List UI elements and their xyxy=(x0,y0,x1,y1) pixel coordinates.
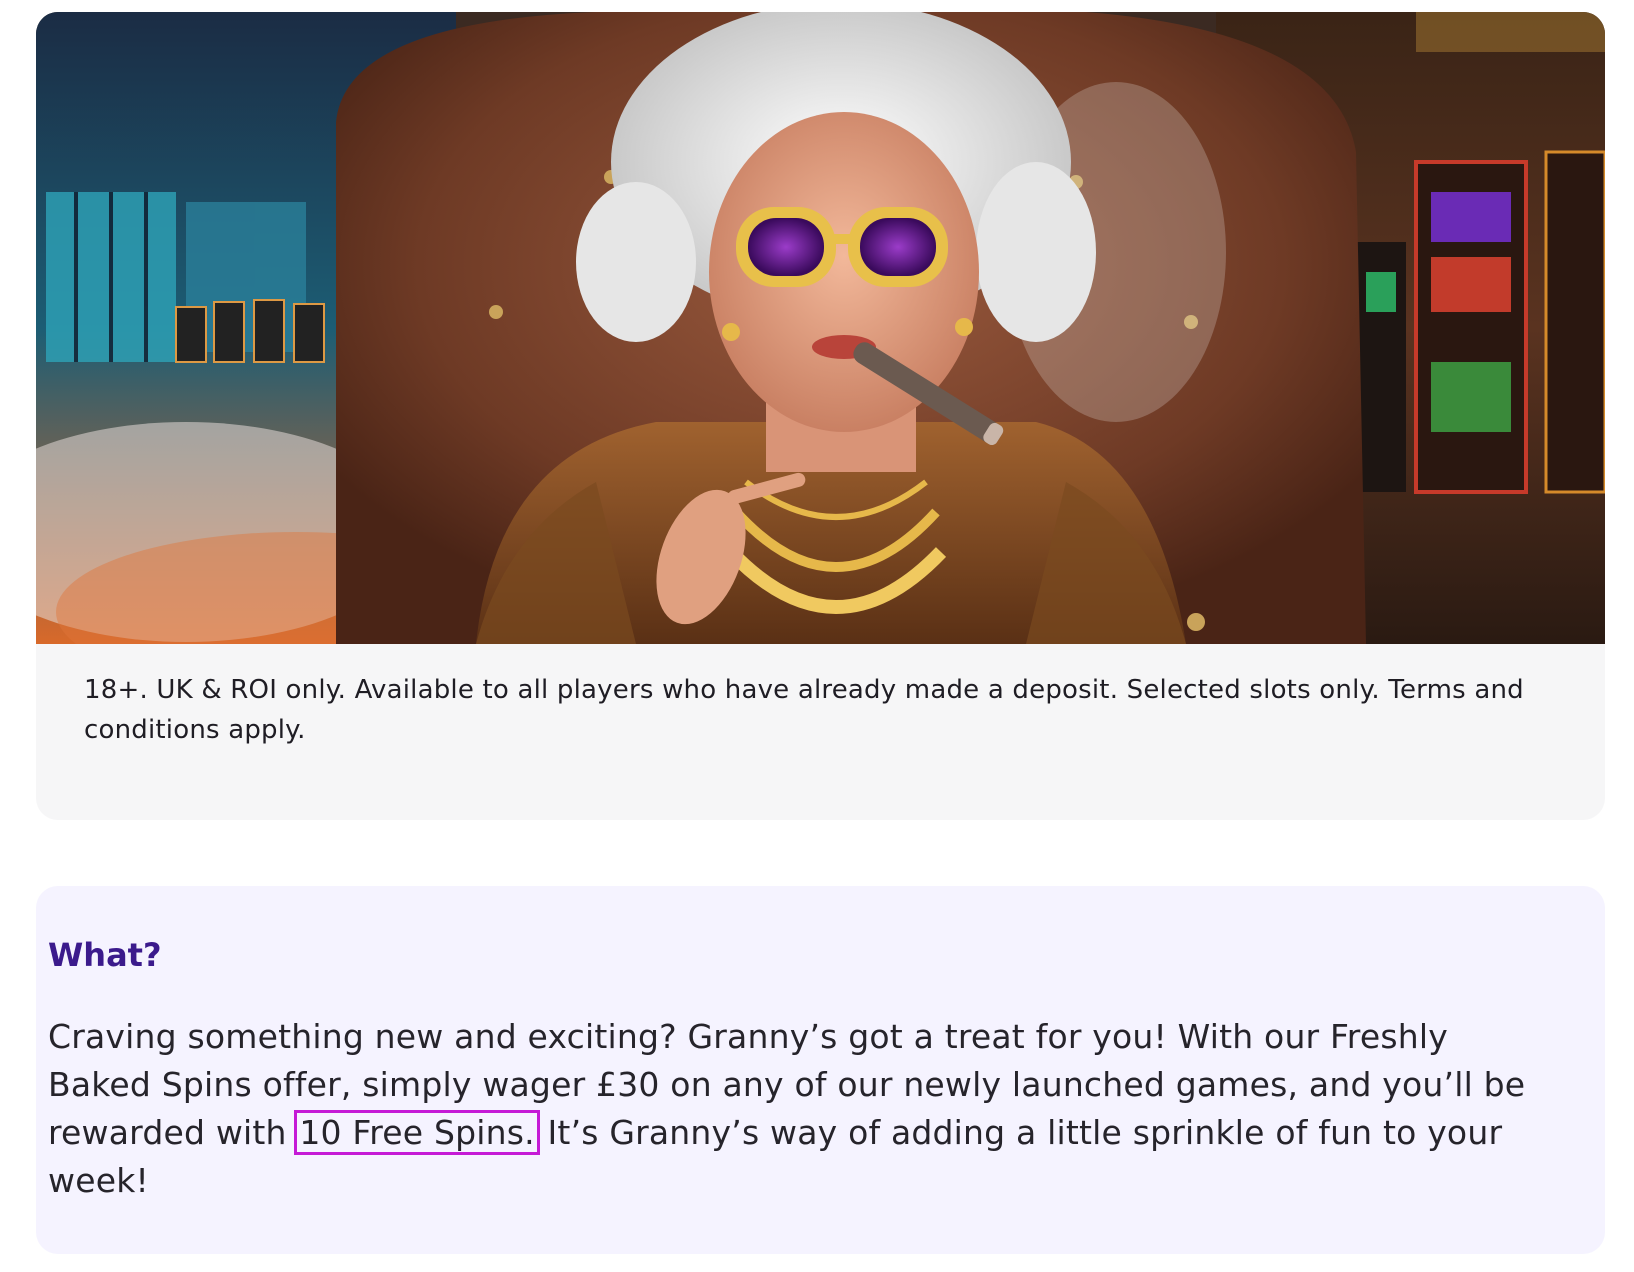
offer-description: Craving something new and exciting? Gran… xyxy=(48,1013,1528,1205)
offer-heading: What? xyxy=(48,936,162,974)
page: 18+. UK & ROI only. Available to all pla… xyxy=(0,0,1634,1272)
free-spins-highlight: 10 Free Spins. xyxy=(294,1110,540,1155)
terms-disclaimer: 18+. UK & ROI only. Available to all pla… xyxy=(84,675,1524,745)
hero-illustration xyxy=(36,12,1605,644)
promo-card: 18+. UK & ROI only. Available to all pla… xyxy=(36,12,1605,820)
hero-banner xyxy=(36,12,1605,644)
